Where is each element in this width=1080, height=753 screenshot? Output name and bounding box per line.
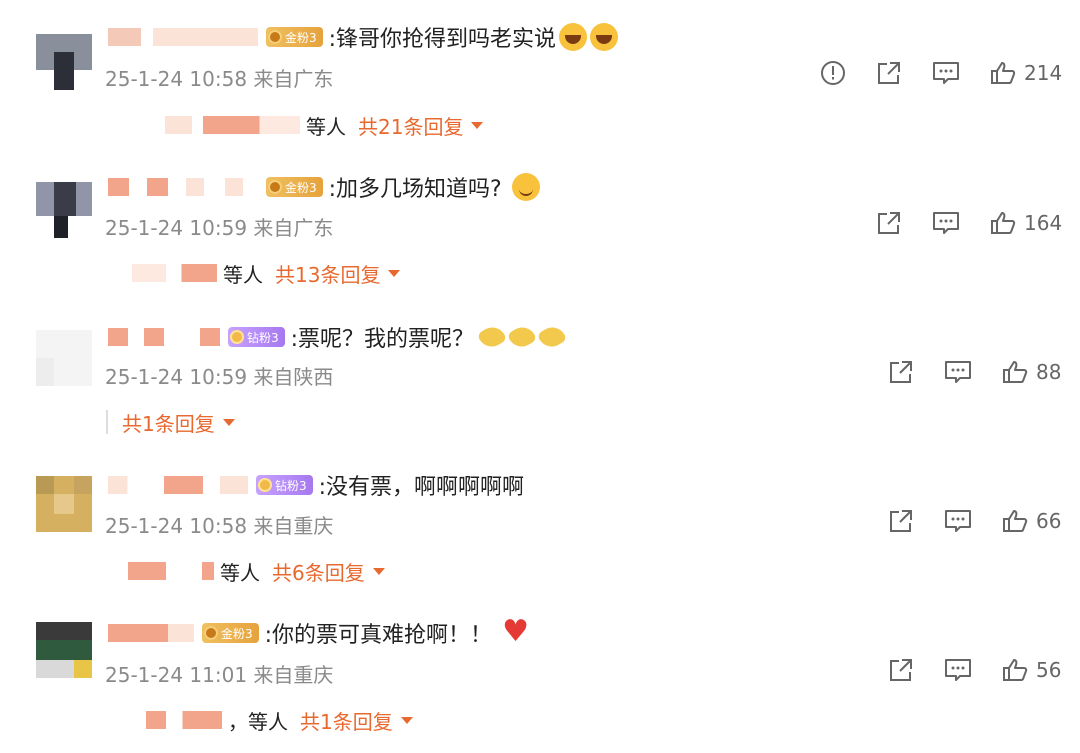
crown-icon: [230, 330, 244, 344]
fan-badge: 金粉3: [202, 623, 259, 643]
report-icon[interactable]: [820, 60, 846, 86]
comment-icon[interactable]: [944, 657, 972, 683]
username-redacted[interactable]: [108, 624, 194, 642]
avatar[interactable]: [36, 476, 92, 532]
like-count: 214: [1024, 61, 1063, 85]
laugh-emoji-icon: [590, 23, 619, 51]
like-button[interactable]: 56: [1002, 657, 1061, 683]
clap-emoji-icon: [506, 322, 538, 352]
avatar[interactable]: [36, 34, 92, 90]
like-button[interactable]: 214: [990, 60, 1062, 86]
comment-meta: 25-1-24 10:59 来自广东: [105, 216, 334, 240]
like-count: 88: [1036, 360, 1062, 384]
like-icon: [1003, 510, 1028, 532]
share-icon[interactable]: [876, 210, 902, 236]
comment-text: :票呢？我的票呢？: [291, 321, 568, 353]
comment-icon[interactable]: [944, 359, 972, 385]
crown-icon: [258, 478, 272, 492]
comment-text: :没有票，啊啊啊啊啊: [318, 475, 525, 500]
like-count: 56: [1036, 658, 1062, 682]
comment-text: :加多几场知道吗?: [329, 171, 540, 203]
heart-emoji-icon: [502, 615, 530, 649]
clap-emoji-icon: [476, 322, 508, 352]
username-redacted[interactable]: [108, 328, 220, 346]
reply-users-suffix: 等人: [220, 560, 260, 585]
comment-meta: 25-1-24 10:58 来自广东: [105, 67, 334, 91]
chevron-down-icon[interactable]: [471, 121, 484, 129]
avatar[interactable]: [36, 330, 92, 386]
laugh-emoji-icon: [559, 23, 588, 51]
like-button[interactable]: 88: [1002, 359, 1061, 385]
comment-icon[interactable]: [944, 508, 972, 534]
reply-count-link[interactable]: 共6条回复: [272, 557, 365, 586]
like-icon: [1003, 659, 1028, 681]
reply-users-redacted[interactable]: [128, 562, 214, 580]
smile-emoji-icon: [511, 173, 540, 201]
avatar[interactable]: [36, 182, 92, 238]
like-button[interactable]: 164: [990, 210, 1062, 236]
reply-users-redacted[interactable]: [146, 711, 222, 729]
reply-users-redacted[interactable]: [165, 116, 300, 134]
clap-emoji-icon: [536, 322, 568, 352]
share-icon[interactable]: [888, 508, 914, 534]
comment-meta: 25-1-24 10:59 来自陕西: [105, 365, 334, 389]
reply-divider: [106, 410, 108, 434]
fan-badge: 金粉3: [266, 27, 323, 47]
comment-icon[interactable]: [932, 210, 960, 236]
reply-count-link[interactable]: 共13条回复: [275, 259, 380, 288]
chevron-down-icon[interactable]: [388, 269, 401, 277]
share-icon[interactable]: [888, 359, 914, 385]
comment-text: :你的票可真难抢啊！！: [265, 615, 530, 649]
reply-users-redacted[interactable]: [132, 264, 217, 282]
share-icon[interactable]: [876, 60, 902, 86]
like-icon: [1003, 361, 1028, 383]
like-button[interactable]: 66: [1002, 508, 1061, 534]
chevron-down-icon[interactable]: [222, 418, 235, 426]
username-redacted[interactable]: [108, 178, 258, 196]
crown-icon: [268, 180, 282, 194]
comment-meta: 25-1-24 11:01 来自重庆: [105, 663, 334, 687]
reply-count-link[interactable]: 共1条回复: [300, 706, 393, 735]
fan-badge: 金粉3: [266, 177, 323, 197]
username-redacted[interactable]: [108, 476, 248, 494]
like-count: 164: [1024, 211, 1063, 235]
reply-count-link[interactable]: 共1条回复: [122, 408, 215, 437]
comment-meta: 25-1-24 10:58 来自重庆: [105, 514, 334, 538]
like-icon: [991, 212, 1016, 234]
reply-users-suffix: 等人: [306, 114, 346, 139]
fan-badge: 钻粉3: [228, 327, 285, 347]
share-icon[interactable]: [888, 657, 914, 683]
reply-count-link[interactable]: 共21条回复: [358, 111, 463, 140]
reply-users-suffix: 等人: [223, 262, 263, 287]
crown-icon: [204, 626, 218, 640]
username-redacted[interactable]: [108, 28, 258, 46]
crown-icon: [268, 30, 282, 44]
like-count: 66: [1036, 509, 1062, 533]
fan-badge: 钻粉3: [256, 475, 313, 495]
comment-text: :锋哥你抢得到吗老实说: [329, 21, 619, 53]
chevron-down-icon[interactable]: [400, 716, 413, 724]
like-icon: [991, 62, 1016, 84]
reply-users-suffix: ，等人: [228, 709, 288, 734]
chevron-down-icon[interactable]: [372, 567, 385, 575]
avatar[interactable]: [36, 622, 92, 678]
comment-icon[interactable]: [932, 60, 960, 86]
